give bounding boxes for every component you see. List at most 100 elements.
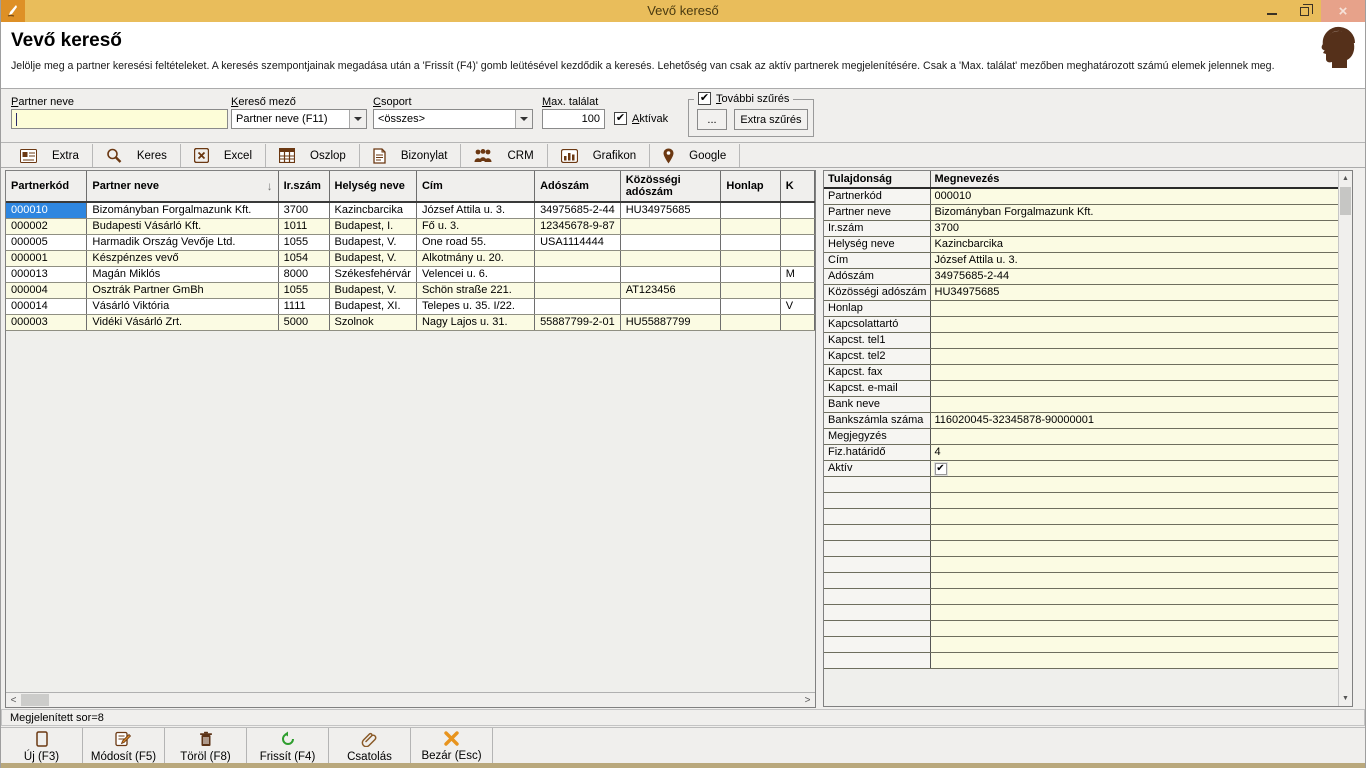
partner-row[interactable]: 000014Vásárló Viktória1111Budapest, XI.T… <box>6 298 815 314</box>
partner-cell[interactable]: 1055 <box>278 282 329 298</box>
partner-cell[interactable]: Magán Miklós <box>87 266 278 282</box>
detail-row[interactable]: CímJózsef Attila u. 3. <box>824 252 1339 268</box>
partner-cell[interactable]: Telepes u. 35. I/22. <box>416 298 534 314</box>
partner-cell[interactable]: Alkotmány u. 20. <box>416 250 534 266</box>
partner-cell[interactable]: 000002 <box>6 218 87 234</box>
partner-cell[interactable]: 34975685-2-44 <box>535 202 621 218</box>
toolbar-crm-button[interactable]: CRM <box>461 144 547 167</box>
detail-row[interactable]: Kapcst. tel1 <box>824 332 1339 348</box>
partner-cell[interactable]: 000014 <box>6 298 87 314</box>
partner-cell[interactable] <box>620 250 721 266</box>
toolbar-extra-button[interactable]: Extra <box>7 144 93 167</box>
partner-cell[interactable] <box>721 218 780 234</box>
partner-cell[interactable]: 000004 <box>6 282 87 298</box>
partner-cell[interactable]: 12345678-9-87 <box>535 218 621 234</box>
scroll-left-icon[interactable]: < <box>6 693 21 707</box>
chevron-down-icon[interactable] <box>349 110 366 128</box>
partner-cell[interactable] <box>620 298 721 314</box>
col-partner-neve[interactable]: Partner neve↓ <box>87 171 278 202</box>
partner-cell[interactable]: 000003 <box>6 314 87 330</box>
col-honlap[interactable]: Honlap <box>721 171 780 202</box>
csoport-select[interactable]: <összes> <box>373 109 533 129</box>
partner-cell[interactable]: Budapest, I. <box>329 218 416 234</box>
detail-row[interactable]: Bank neve <box>824 396 1339 412</box>
detail-row[interactable]: Fiz.határidő4 <box>824 444 1339 460</box>
partner-row[interactable]: 000002Budapesti Vásárló Kft.1011Budapest… <box>6 218 815 234</box>
partner-row[interactable]: 000005Harmadik Ország Vevője Ltd.1055Bud… <box>6 234 815 250</box>
col-helyseg[interactable]: Helység neve <box>329 171 416 202</box>
partner-cell[interactable]: M <box>780 266 814 282</box>
col-irszam[interactable]: Ir.szám <box>278 171 329 202</box>
partner-cell[interactable] <box>780 202 814 218</box>
frissit-button[interactable]: Frissít (F4) <box>247 728 329 763</box>
partner-cell[interactable]: 000010 <box>6 202 87 218</box>
detail-row[interactable]: Ir.szám3700 <box>824 220 1339 236</box>
partner-cell[interactable] <box>721 298 780 314</box>
torol-button[interactable]: Töröl (F8) <box>165 728 247 763</box>
detail-value[interactable]: 000010 <box>930 188 1339 204</box>
detail-value[interactable] <box>930 300 1339 316</box>
toolbar-bizonylat-button[interactable]: Bizonylat <box>360 144 462 167</box>
detail-value[interactable]: ✔ <box>930 460 1339 476</box>
partner-neve-input[interactable] <box>11 109 228 129</box>
partner-cell[interactable] <box>721 250 780 266</box>
partner-cell[interactable] <box>721 234 780 250</box>
uj-button[interactable]: Új (F3) <box>1 728 83 763</box>
partner-cell[interactable] <box>721 314 780 330</box>
bezar-button[interactable]: Bezár (Esc) <box>411 728 493 763</box>
partner-cell[interactable]: 1111 <box>278 298 329 314</box>
detail-value[interactable]: Kazincbarcika <box>930 236 1339 252</box>
detail-value[interactable] <box>930 428 1339 444</box>
tovabbi-szures-checkbox[interactable]: ✔ <box>698 92 711 105</box>
partner-cell[interactable] <box>535 250 621 266</box>
partner-row[interactable]: 000013Magán Miklós8000SzékesfehérvárVele… <box>6 266 815 282</box>
detail-row[interactable]: Kapcst. fax <box>824 364 1339 380</box>
chevron-down-icon[interactable] <box>515 110 532 128</box>
partner-cell[interactable]: 1055 <box>278 234 329 250</box>
partner-cell[interactable] <box>780 234 814 250</box>
partner-cell[interactable] <box>780 314 814 330</box>
partner-cell[interactable]: József Attila u. 3. <box>416 202 534 218</box>
detail-value[interactable]: HU34975685 <box>930 284 1339 300</box>
partner-cell[interactable] <box>780 250 814 266</box>
scroll-up-icon[interactable]: ▲ <box>1339 171 1352 186</box>
detail-row[interactable]: Partnerkód000010 <box>824 188 1339 204</box>
toolbar-keres-button[interactable]: Keres <box>93 144 181 167</box>
partner-cell[interactable]: Schön straße 221. <box>416 282 534 298</box>
detail-row[interactable]: Közösségi adószámHU34975685 <box>824 284 1339 300</box>
partner-cell[interactable]: Vásárló Viktória <box>87 298 278 314</box>
toolbar-grafikon-button[interactable]: Grafikon <box>548 144 650 167</box>
detail-row[interactable]: Kapcst. tel2 <box>824 348 1339 364</box>
detail-value[interactable]: 34975685-2-44 <box>930 268 1339 284</box>
detail-row[interactable]: Megjegyzés <box>824 428 1339 444</box>
col-kozossegi[interactable]: Közösségi adószám <box>620 171 721 202</box>
toolbar-google-button[interactable]: Google <box>650 144 740 167</box>
detail-value[interactable]: 3700 <box>930 220 1339 236</box>
detail-row[interactable]: Adószám34975685-2-44 <box>824 268 1339 284</box>
partner-cell[interactable] <box>721 266 780 282</box>
partner-row[interactable]: 000004Osztrák Partner GmBh1055Budapest, … <box>6 282 815 298</box>
partner-cell[interactable]: 000013 <box>6 266 87 282</box>
detail-row[interactable]: Aktív✔ <box>824 460 1339 476</box>
scrollbar-thumb[interactable] <box>21 694 49 706</box>
partner-cell[interactable]: Székesfehérvár <box>329 266 416 282</box>
partner-cell[interactable]: AT123456 <box>620 282 721 298</box>
toolbar-excel-button[interactable]: Excel <box>181 144 266 167</box>
partner-cell[interactable] <box>620 266 721 282</box>
scrollbar-thumb[interactable] <box>1340 187 1351 215</box>
toolbar-oszlop-button[interactable]: Oszlop <box>266 144 360 167</box>
partner-cell[interactable] <box>721 202 780 218</box>
partner-cell[interactable] <box>535 266 621 282</box>
partner-cell[interactable]: One road 55. <box>416 234 534 250</box>
partner-cell[interactable]: Budapest, XI. <box>329 298 416 314</box>
partner-cell[interactable]: Budapest, V. <box>329 234 416 250</box>
partner-cell[interactable]: Vidéki Vásárló Zrt. <box>87 314 278 330</box>
vertical-scrollbar[interactable]: ▲ ▼ <box>1338 171 1352 706</box>
close-button[interactable]: × <box>1321 0 1365 22</box>
aktiv-checkbox[interactable]: ✔ <box>935 463 947 475</box>
partner-cell[interactable]: Harmadik Ország Vevője Ltd. <box>87 234 278 250</box>
col-cut[interactable]: K <box>780 171 814 202</box>
extra-szures-button[interactable]: Extra szűrés <box>734 109 808 130</box>
horizontal-scrollbar[interactable]: < > <box>6 692 815 707</box>
detail-row[interactable]: Bankszámla száma116020045-32345878-90000… <box>824 412 1339 428</box>
